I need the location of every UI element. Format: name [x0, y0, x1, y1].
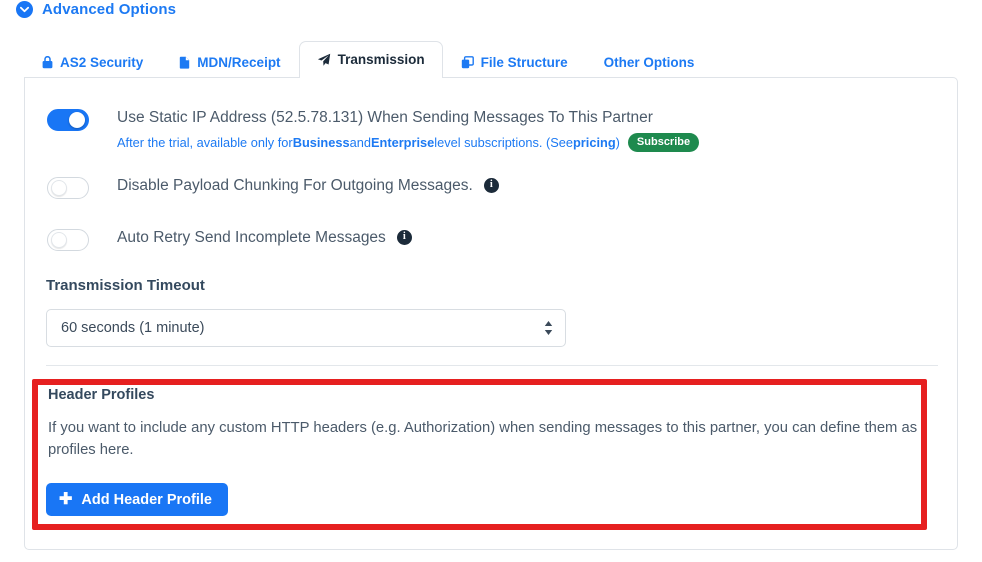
tab-as2-security[interactable]: AS2 Security: [24, 46, 161, 79]
header-profiles-description: If you want to include any custom HTTP h…: [48, 420, 918, 459]
auto-retry-label: Auto Retry Send Incomplete Messages: [117, 229, 386, 246]
tab-other-options[interactable]: Other Options: [586, 46, 713, 79]
advanced-options-panel: Advanced Options AS2 Security MDN/Receip…: [0, 0, 982, 562]
pricing-link[interactable]: pricing: [573, 135, 616, 152]
setting-row-static-ip: Use Static IP Address (52.5.78.131) When…: [47, 108, 700, 153]
auto-retry-row: Auto Retry Send Incomplete Messages i: [117, 228, 412, 247]
tab-label: AS2 Security: [60, 54, 144, 70]
disable-chunking-toggle[interactable]: [47, 177, 89, 199]
info-icon[interactable]: i: [396, 230, 412, 246]
advanced-options-toggle[interactable]: Advanced Options: [16, 1, 176, 18]
subtext-close: ): [615, 134, 620, 150]
section-divider: [46, 365, 938, 366]
tab-file-structure[interactable]: File Structure: [443, 46, 586, 79]
subtext-tier-enterprise: Enterprise: [370, 134, 435, 150]
add-header-profile-button[interactable]: ✚ Add Header Profile: [46, 483, 228, 516]
plus-icon: ✚: [59, 490, 73, 508]
tab-label: MDN/Receipt: [197, 54, 281, 70]
setting-row-disable-chunking: Disable Payload Chunking For Outgoing Me…: [47, 176, 499, 199]
static-ip-toggle[interactable]: [47, 109, 89, 131]
subtext-mid: and: [349, 134, 371, 150]
advanced-options-label: Advanced Options: [42, 1, 177, 18]
tab-transmission[interactable]: Transmission: [298, 41, 443, 78]
tab-mdn-receipt[interactable]: MDN/Receipt: [161, 46, 298, 79]
static-ip-text-block: Use Static IP Address (52.5.78.131) When…: [117, 108, 700, 153]
subtext-suffix: level subscriptions. (See: [434, 134, 573, 150]
header-profiles-title: Header Profiles: [48, 387, 155, 403]
toggle-knob: [69, 112, 85, 128]
subtext-prefix: After the trial, available only for: [117, 134, 293, 150]
tab-label: Transmission: [337, 52, 425, 68]
paper-plane-icon: [317, 53, 331, 67]
chevron-updown-icon: [544, 321, 553, 335]
tab-label: File Structure: [480, 54, 568, 70]
disable-chunking-text-block: Disable Payload Chunking For Outgoing Me…: [117, 176, 499, 195]
transmission-timeout-select[interactable]: 60 seconds (1 minute): [46, 309, 566, 347]
static-ip-label: Use Static IP Address (52.5.78.131) When…: [117, 109, 653, 126]
static-ip-subtext: After the trial, available only for Busi…: [117, 133, 700, 153]
settings-tab-bar: AS2 Security MDN/Receipt Transmission Fi…: [24, 41, 958, 79]
lock-icon: [42, 55, 53, 69]
auto-retry-text-block: Auto Retry Send Incomplete Messages i: [117, 228, 412, 247]
disable-chunking-row: Disable Payload Chunking For Outgoing Me…: [117, 176, 499, 195]
auto-retry-toggle[interactable]: [47, 229, 89, 251]
transmission-timeout-value: 60 seconds (1 minute): [61, 320, 205, 336]
disable-chunking-label: Disable Payload Chunking For Outgoing Me…: [117, 177, 473, 194]
subscribe-badge[interactable]: Subscribe: [627, 133, 700, 153]
info-icon[interactable]: i: [483, 178, 499, 194]
chevron-down-circle-icon: [16, 1, 33, 18]
copy-files-icon: [461, 55, 474, 69]
add-header-profile-label: Add Header Profile: [81, 491, 212, 508]
document-icon: [179, 56, 190, 69]
subtext-tier-business: Business: [292, 134, 350, 150]
transmission-timeout-label: Transmission Timeout: [46, 277, 205, 294]
toggle-knob: [51, 180, 67, 196]
toggle-knob: [51, 232, 67, 248]
tab-label: Other Options: [603, 54, 695, 70]
setting-row-auto-retry: Auto Retry Send Incomplete Messages i: [47, 228, 412, 251]
